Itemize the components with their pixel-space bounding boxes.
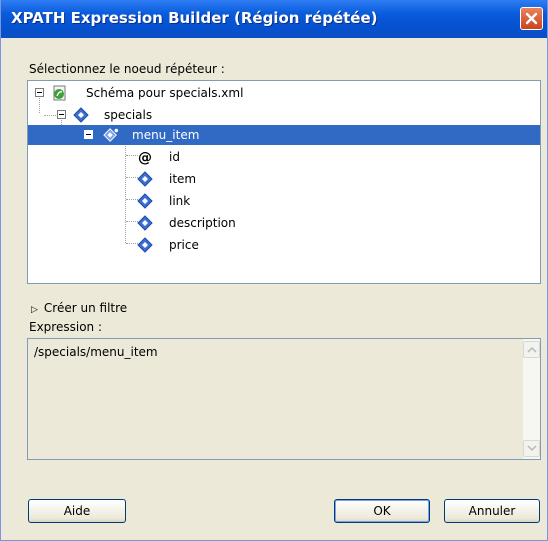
chevron-up-icon (527, 346, 537, 353)
create-filter-expander[interactable]: ▷ Créer un filtre (31, 301, 127, 315)
tree-node-label: description (169, 216, 236, 230)
xpath-builder-dialog: XPATH Expression Builder (Région répétée… (0, 0, 548, 541)
collapse-toggle[interactable] (84, 130, 93, 139)
chevron-down-icon (527, 445, 537, 452)
cancel-button[interactable]: Annuler (444, 499, 540, 523)
tree-node-label: Schéma pour specials.xml (86, 86, 244, 100)
vertical-scrollbar[interactable] (523, 339, 540, 459)
help-button[interactable]: Aide (28, 499, 126, 523)
tree-node-label: link (169, 194, 191, 208)
tree-node-label: specials (104, 108, 153, 122)
tree-node-schema[interactable]: Schéma pour specials.xml (28, 83, 540, 103)
element-icon (137, 171, 153, 187)
element-icon (137, 193, 153, 209)
element-icon (137, 237, 153, 253)
tree-node-link[interactable]: link (28, 191, 540, 211)
collapse-toggle[interactable] (57, 110, 66, 119)
tree-node-description[interactable]: description (28, 213, 540, 233)
close-icon (525, 12, 538, 25)
close-button[interactable] (520, 7, 543, 30)
tree-node-label: item (169, 172, 197, 186)
tree-node-id[interactable]: @ id (28, 147, 540, 167)
tree-node-menu-item[interactable]: menu_item (28, 125, 540, 145)
tree-node-label: menu_item (132, 128, 200, 142)
tree-node-item[interactable]: item (28, 169, 540, 189)
expression-textarea[interactable]: /specials/menu_item (27, 338, 541, 460)
scroll-up-button[interactable] (523, 341, 540, 358)
dialog-title: XPATH Expression Builder (Région répétée… (11, 9, 378, 27)
tree-node-specials[interactable]: specials (28, 105, 540, 125)
repeating-node-tree[interactable]: Schéma pour specials.xml specials menu_i… (27, 80, 541, 284)
create-filter-label: Créer un filtre (43, 301, 128, 315)
tree-label: Sélectionnez le noeud répéteur : (29, 62, 225, 76)
expand-triangle-icon: ▷ (31, 305, 38, 315)
collapse-toggle[interactable] (35, 88, 44, 97)
tree-node-label: id (169, 150, 180, 164)
title-bar[interactable]: XPATH Expression Builder (Région répétée… (1, 0, 547, 38)
expression-label: Expression : (29, 320, 102, 334)
ok-button[interactable]: OK (334, 499, 430, 523)
attribute-icon: @ (138, 150, 152, 165)
schema-icon (53, 85, 66, 101)
scroll-down-button[interactable] (523, 440, 540, 457)
repeating-element-icon (103, 128, 119, 142)
tree-node-price[interactable]: price (28, 235, 540, 255)
element-icon (137, 215, 153, 231)
expression-value: /specials/menu_item (34, 345, 158, 359)
svg-text:@: @ (138, 150, 152, 165)
tree-node-label: price (169, 238, 199, 252)
element-icon (73, 107, 89, 123)
